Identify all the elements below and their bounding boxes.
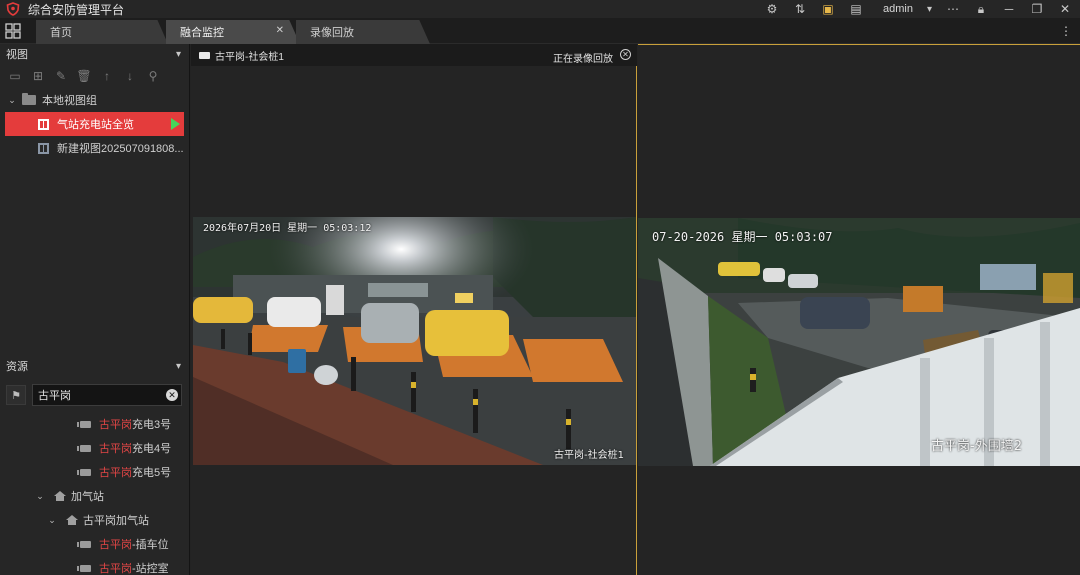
- camera-item[interactable]: 古平岗 充电4号: [0, 436, 189, 460]
- title-bar: 综合安防管理平台 ⚙ ⇅ ▣ ▤ admin ▾ ⋯ 🔒︎ ─ ❐ ✕: [0, 0, 1080, 18]
- views-panel-header[interactable]: 视图 ▾: [0, 44, 189, 64]
- site-item[interactable]: ⌄ 古平岗加气站: [0, 508, 189, 532]
- monitor-chart-icon[interactable]: ▣: [821, 2, 835, 16]
- video-feed-2[interactable]: 07-20-2026 星期一 05:03:07 古平岗-外围墙2: [638, 218, 1080, 466]
- clear-search-icon[interactable]: ✕: [166, 389, 178, 401]
- camera-icon: [77, 564, 91, 572]
- tab-bar: 首页 融合监控 ✕ 录像回放 ⋮: [0, 18, 1080, 44]
- chevron-down-icon[interactable]: ▾: [927, 4, 932, 15]
- site-icon: [66, 515, 78, 525]
- restore-icon[interactable]: ❐: [1030, 2, 1044, 16]
- chevron-down-icon[interactable]: ⌄: [6, 95, 18, 106]
- layout-view-icon: [38, 118, 49, 130]
- video-pane-2[interactable]: 07-20-2026 星期一 05:03:07 古平岗-外围墙2: [638, 44, 1080, 575]
- layout-view-icon: [38, 142, 49, 154]
- app-grid-icon[interactable]: [5, 23, 21, 39]
- view-group[interactable]: ⌄ 本地视图组: [0, 88, 189, 112]
- chevron-down-icon[interactable]: ⌄: [34, 491, 46, 502]
- video-wall: 古平岗-社会桩1 正在录像回放 ✕ 2026年07月20日 星期一 05:03:…: [191, 44, 1080, 575]
- user-name[interactable]: admin: [883, 3, 913, 15]
- search-icon[interactable]: ⚲: [146, 69, 160, 83]
- tab-home[interactable]: 首页: [36, 20, 168, 44]
- play-icon[interactable]: [171, 118, 180, 130]
- view-group-label: 本地视图组: [42, 95, 97, 107]
- osd-camera-name: 古平岗-外围墙2: [931, 439, 1022, 454]
- parking-lot-scene-image: [193, 217, 636, 465]
- video-pane-1[interactable]: 古平岗-社会桩1 正在录像回放 ✕ 2026年07月20日 星期一 05:03:…: [191, 44, 637, 575]
- views-toolbar: ▭ ⊞ ✎ 🗑︎ ↑ ↓ ⚲: [0, 64, 189, 88]
- filter-icon[interactable]: ⚑: [6, 385, 26, 405]
- resource-search-row: ⚑ ✕: [6, 384, 184, 406]
- tab-fusion-monitor[interactable]: 融合监控 ✕: [166, 20, 300, 44]
- video-feed-1[interactable]: 2026年07月20日 星期一 05:03:12 古平岗-社会桩1: [193, 217, 636, 465]
- camera-icon: [77, 444, 91, 452]
- close-icon[interactable]: ✕: [1058, 2, 1072, 16]
- chevron-down-icon[interactable]: ▾: [176, 361, 181, 372]
- view-item-selected[interactable]: 气站充电站全览: [5, 112, 184, 136]
- move-down-icon[interactable]: ↓: [123, 69, 137, 83]
- view-item[interactable]: 新建视图202507091808...: [0, 136, 189, 160]
- views-panel-title: 视图: [6, 49, 28, 61]
- camera-icon: [77, 468, 91, 476]
- playback-status: 正在录像回放: [553, 54, 613, 65]
- delete-icon[interactable]: 🗑︎: [76, 69, 91, 83]
- lock-icon[interactable]: 🔒︎: [974, 2, 988, 16]
- view-item-label: 新建视图202507091808...: [57, 143, 184, 155]
- chevron-down-icon[interactable]: ▾: [176, 49, 181, 60]
- sidebar: 视图 ▾ ▭ ⊞ ✎ 🗑︎ ↑ ↓ ⚲ ⌄ 本地视图组 气站充电站全览 新建视图…: [0, 44, 190, 575]
- new-folder-icon[interactable]: ▭: [8, 69, 22, 83]
- video-pane-header: 古平岗-社会桩1 正在录像回放 ✕: [191, 44, 637, 66]
- camera-icon: [77, 540, 91, 548]
- settings-icon[interactable]: ⚙: [765, 2, 779, 16]
- resource-search-input[interactable]: [32, 384, 182, 406]
- camera-icon: [77, 420, 91, 428]
- new-view-icon[interactable]: ⊞: [31, 69, 45, 83]
- video-pane-title: 古平岗-社会桩1: [215, 51, 284, 63]
- move-up-icon[interactable]: ↑: [100, 69, 114, 83]
- kebab-menu-icon[interactable]: ⋮: [1060, 24, 1072, 38]
- tab-close-icon[interactable]: ✕: [276, 25, 284, 36]
- minimize-icon[interactable]: ─: [1002, 2, 1016, 16]
- edit-icon[interactable]: ✎: [54, 69, 68, 83]
- resources-panel-header[interactable]: 资源 ▾: [0, 356, 189, 376]
- perimeter-wall-scene-image: [638, 218, 1080, 466]
- close-pane-icon[interactable]: ✕: [620, 49, 631, 60]
- group-item[interactable]: ⌄ 加气站: [0, 484, 189, 508]
- screen-status-icon[interactable]: ▤: [849, 2, 863, 16]
- osd-timestamp: 2026年07月20日 星期一 05:03:12: [203, 223, 372, 234]
- app-title: 综合安防管理平台: [28, 2, 125, 17]
- osd-camera-name: 古平岗-社会桩1: [554, 450, 624, 461]
- camera-icon: [199, 51, 210, 59]
- more-icon[interactable]: ⋯: [946, 2, 960, 16]
- camera-item[interactable]: 古平岗 充电3号: [0, 412, 189, 436]
- chevron-down-icon[interactable]: ⌄: [46, 515, 58, 526]
- sort-icon[interactable]: ⇅: [793, 2, 807, 16]
- folder-icon: [22, 93, 36, 105]
- resource-tree: 古平岗 充电3号 古平岗 充电4号 古平岗 充电5号 ⌄ 加气站 ⌄ 古平岗加气站 古…: [0, 412, 189, 575]
- camera-item[interactable]: 古平岗 -站控室: [0, 556, 189, 575]
- camera-item[interactable]: 古平岗 -插车位: [0, 532, 189, 556]
- camera-item[interactable]: 古平岗 充电5号: [0, 460, 189, 484]
- site-icon: [54, 491, 66, 501]
- resources-panel-title: 资源: [6, 361, 28, 373]
- tab-playback[interactable]: 录像回放: [296, 20, 430, 44]
- view-item-label: 气站充电站全览: [57, 119, 134, 131]
- osd-timestamp: 07-20-2026 星期一 05:03:07: [652, 230, 833, 244]
- app-logo-icon: [6, 2, 20, 16]
